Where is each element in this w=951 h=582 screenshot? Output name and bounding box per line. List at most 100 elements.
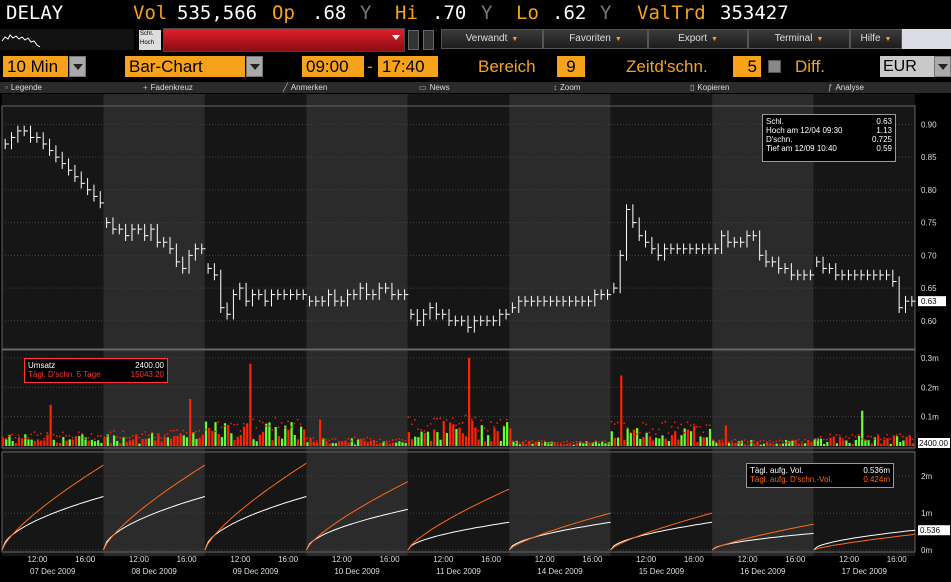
volume-bar (867, 440, 870, 446)
chart-type-select[interactable]: Bar-Chart (125, 56, 245, 77)
mini-quote-box[interactable]: Schl. Hoch (139, 30, 161, 50)
tool-anmerken[interactable]: ╱ Anmerken (283, 82, 327, 93)
volume-avg-dot (17, 434, 20, 436)
volume-avg-dot (857, 434, 860, 436)
volume-bar (334, 443, 338, 446)
volume-bar (280, 438, 284, 446)
volume-avg-dot (125, 437, 128, 439)
interval-select[interactable]: 10 Min (3, 56, 68, 77)
volume-bar (883, 439, 886, 446)
volume-avg-dot (715, 441, 717, 444)
menu-terminal[interactable]: Terminal ▼ (748, 29, 850, 49)
volume-avg-dot (290, 426, 292, 428)
menu-export[interactable]: Export ▼ (648, 29, 748, 49)
volume-avg-dot (382, 440, 384, 443)
volume-avg-dot (575, 440, 578, 443)
command-input[interactable] (902, 29, 951, 49)
volume-bar (360, 438, 363, 446)
volume-bar (832, 436, 835, 446)
volume-bar (398, 441, 401, 446)
volume-avg-dot (759, 440, 762, 442)
volume-avg-dot (791, 439, 793, 442)
volume-avg-dot (594, 440, 597, 442)
scroll-button[interactable] (423, 30, 434, 50)
volume-bar (797, 443, 800, 446)
menu-verwandt[interactable]: Verwandt ▼ (441, 29, 543, 49)
bereich-input[interactable]: 9 (557, 56, 585, 77)
time-to-input[interactable]: 17:40 (378, 56, 438, 77)
volume-bar (857, 435, 861, 446)
volume-avg-dot (842, 438, 844, 440)
volume-bar (455, 428, 458, 446)
volume-bar (436, 432, 439, 446)
triangle-down-icon: ▼ (511, 36, 519, 43)
volume-bar (290, 422, 293, 446)
volume-bar (36, 439, 40, 446)
tool-analyse[interactable]: ƒ Analyse (828, 82, 864, 93)
volume-avg-dot (116, 436, 118, 438)
volume-bar (350, 438, 353, 446)
volume-avg-dot (353, 436, 356, 439)
price-chart[interactable]: 0.90 0.85 0.80 0.75 0.70 0.65 0.60 0.63 0.3m 0.2m… (0, 94, 951, 582)
volume-bar (277, 436, 281, 446)
x-tick-label: 12:00 (230, 555, 251, 564)
tool-fadenkreuz[interactable]: + Fadenkreuz (143, 82, 193, 93)
security-dropdown[interactable] (163, 28, 405, 52)
volume-bar (195, 439, 198, 446)
mini-quote-line: Hoch (140, 40, 155, 46)
tool-news[interactable]: ▭ News (419, 82, 450, 93)
volume-bar (613, 437, 617, 446)
volume-bar (667, 441, 670, 446)
tool-legende[interactable]: ▫ Legende (5, 82, 42, 93)
volume-avg-dot (338, 441, 340, 443)
volume-avg-dot (30, 433, 33, 436)
zeitd-input[interactable]: 5 (733, 56, 761, 77)
y-tick-label: 0.60 (921, 317, 937, 326)
volume-bar (708, 428, 712, 446)
tool-label: Analyse (835, 83, 864, 92)
volume-avg-dot (135, 436, 137, 438)
volume-bar (693, 426, 696, 446)
scroll-button[interactable] (408, 30, 419, 50)
volume-avg-dot (750, 441, 752, 444)
x-tick-label: 16:00 (380, 555, 401, 564)
diff-checkbox[interactable] (768, 60, 781, 73)
volume-avg-dot (626, 427, 629, 429)
volume-bar (544, 441, 547, 446)
volume-avg-dot (499, 418, 502, 421)
tool-zoom[interactable]: ↕ Zoom (553, 82, 580, 93)
volume-avg-dot (360, 439, 362, 442)
volume-avg-dot (192, 432, 194, 434)
volume-avg-dot (873, 438, 876, 440)
volume-bar (160, 441, 163, 446)
volume-avg-dot (629, 432, 632, 434)
triangle-down-icon: ▼ (614, 36, 622, 43)
bereich-label: Bereich (478, 57, 536, 76)
menu-hilfe[interactable]: Hilfe ▼ (850, 29, 902, 49)
volume-bar (179, 433, 182, 446)
volume-bar (908, 435, 911, 446)
chart-type-dropdown-button[interactable] (246, 56, 263, 77)
volume-bar (395, 442, 398, 446)
volume-avg-dot (775, 440, 778, 443)
volume-bar (636, 428, 639, 446)
y-tick-label: 1m (921, 509, 932, 518)
volume-bar (30, 439, 33, 446)
menu-favoriten[interactable]: Favoriten ▼ (543, 29, 648, 49)
currency-select[interactable]: EUR (880, 56, 934, 77)
volume-avg-dot (743, 439, 746, 441)
volume-bar (620, 375, 623, 446)
interval-dropdown-button[interactable] (69, 56, 86, 77)
volume-avg-dot (550, 442, 552, 444)
currency-dropdown-button[interactable] (934, 56, 951, 77)
volume-avg-dot (233, 424, 235, 426)
volume-avg-dot (372, 440, 375, 442)
volume-avg-dot (448, 424, 451, 426)
volume-avg-dot (27, 437, 29, 439)
volume-avg-dot (410, 423, 413, 425)
time-from-input[interactable]: 09:00 (302, 56, 364, 77)
volume-bar (293, 434, 296, 446)
volume-bar (21, 438, 24, 446)
volume-bar (743, 444, 747, 446)
tool-kopieren[interactable]: ▯ Kopieren (690, 82, 729, 93)
